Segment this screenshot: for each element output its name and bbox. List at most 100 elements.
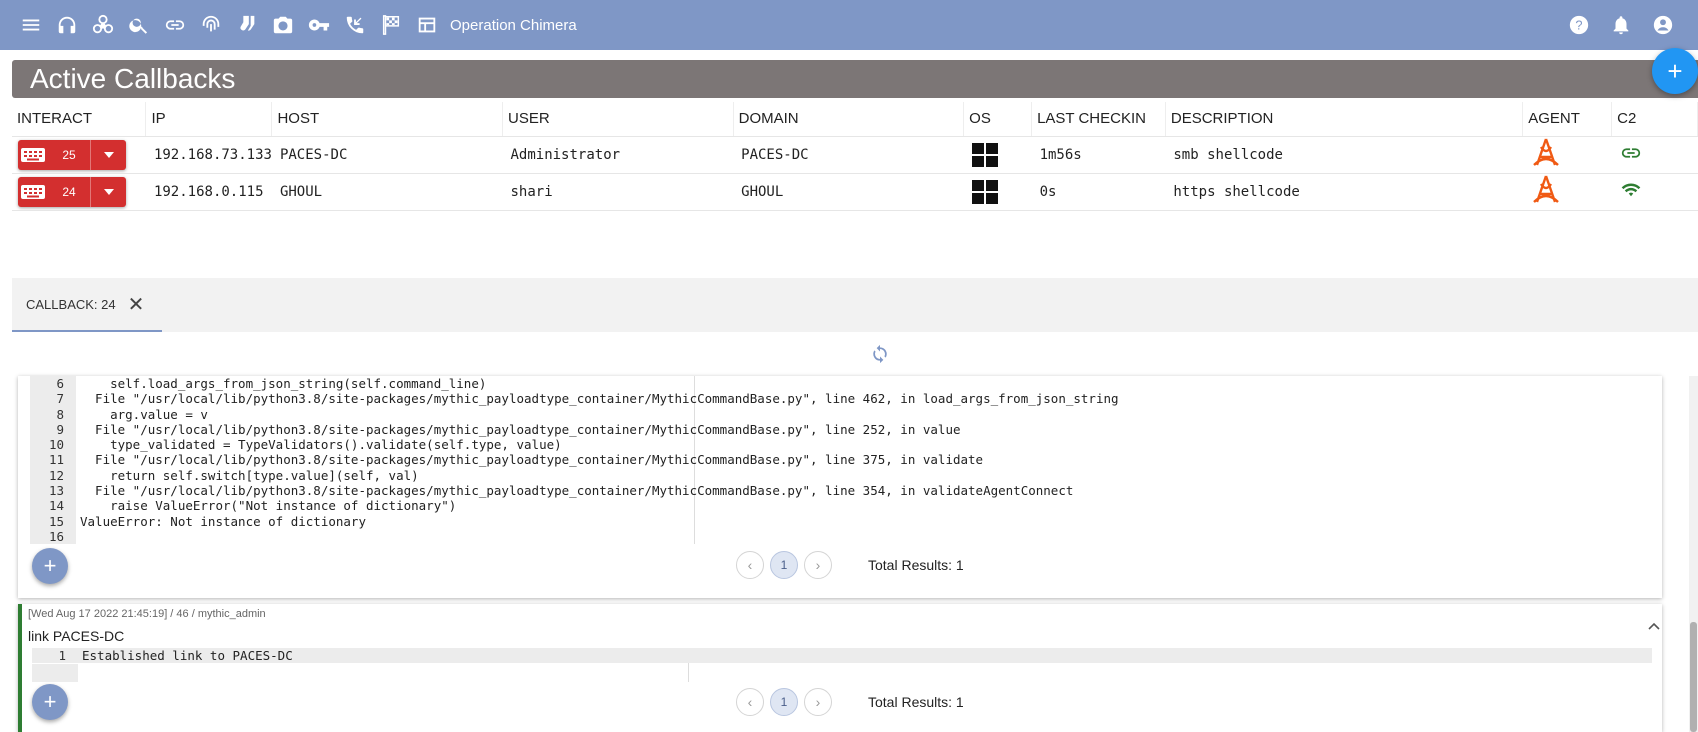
column-header[interactable]: HOST	[271, 102, 503, 137]
task-output-panel: 6 self.load_args_from_json_string(self.c…	[18, 376, 1662, 598]
prev-page-button[interactable]: ‹	[736, 551, 764, 579]
code-output: 6 self.load_args_from_json_string(self.c…	[30, 376, 1119, 545]
total-results: Total Results: 1	[868, 694, 964, 710]
c2-cell	[1611, 136, 1698, 174]
operation-name[interactable]: Operation Chimera	[450, 17, 577, 34]
callbacks-table: INTERACT IP HOST USER DOMAIN OS LAST CHE…	[12, 102, 1698, 211]
link-icon	[1621, 147, 1640, 158]
user-cell: shari	[502, 173, 734, 211]
refresh-icon[interactable]	[870, 344, 890, 364]
callback-id: 25	[62, 147, 76, 162]
ip-cell: 192.168.0.115	[145, 173, 272, 211]
keyboard-icon	[18, 147, 48, 163]
os-cell	[963, 136, 1032, 174]
interact-button[interactable]: 24	[18, 176, 126, 207]
next-page-button[interactable]: ›	[804, 551, 832, 579]
task-panel: [Wed Aug 17 2022 21:45:19] / 46 / mythic…	[18, 604, 1662, 732]
add-task-button[interactable]: +	[32, 684, 68, 720]
current-page-button[interactable]: 1	[770, 688, 798, 716]
code-line: 6 self.load_args_from_json_string(self.c…	[30, 376, 1119, 392]
flag-checkered-icon[interactable]	[376, 10, 406, 40]
pagination: ‹ 1 › Total Results: 1	[736, 551, 964, 579]
ip-cell: 192.168.73.133	[145, 136, 272, 174]
current-page-button[interactable]: 1	[770, 551, 798, 579]
os-cell	[963, 173, 1032, 211]
camera-icon[interactable]	[268, 10, 298, 40]
phone-callback-icon[interactable]	[340, 10, 370, 40]
column-header[interactable]: DESCRIPTION	[1165, 102, 1524, 137]
code-line: 9 File "/usr/local/lib/python3.8/site-pa…	[30, 421, 1119, 438]
table-row[interactable]: 25 192.168.73.133 PACES-DC Administrator…	[12, 136, 1698, 174]
column-header[interactable]: IP	[145, 102, 273, 137]
dropdown-arrow-icon[interactable]	[90, 139, 126, 170]
help-icon[interactable]: ?	[1564, 10, 1594, 40]
prev-page-button[interactable]: ‹	[736, 688, 764, 716]
headphones-icon[interactable]	[52, 10, 82, 40]
notifications-icon[interactable]	[1606, 10, 1636, 40]
agent-cell	[1522, 173, 1612, 211]
callback-id: 24	[62, 184, 76, 199]
search-icon[interactable]	[124, 10, 154, 40]
tab-label: CALLBACK: 24	[26, 296, 116, 312]
column-header[interactable]: INTERACT	[12, 102, 147, 137]
code-output: 1 Established link to PACES-DC	[32, 648, 1652, 664]
host-cell: GHOUL	[271, 173, 503, 211]
code-line: 10 type_validated = TypeValidators().val…	[30, 437, 1119, 453]
column-header[interactable]: OS	[963, 102, 1033, 137]
domain-cell: GHOUL	[733, 173, 964, 211]
interact-button[interactable]: 25	[18, 139, 126, 170]
column-header[interactable]: LAST CHECKIN	[1031, 102, 1166, 137]
description-cell[interactable]: https shellcode	[1165, 173, 1523, 211]
table-row[interactable]: 24 192.168.0.115 GHOUL shari GHOUL 0s ht…	[12, 173, 1698, 211]
last-checkin-cell: 1m56s	[1031, 136, 1166, 174]
windows-icon	[971, 142, 1032, 167]
agent-cell	[1522, 136, 1612, 174]
chevron-up-icon[interactable]	[1648, 622, 1660, 630]
attachment-icon[interactable]	[160, 10, 190, 40]
callback-tabs: CALLBACK: 24 ✕	[12, 278, 1698, 332]
wifi-icon	[1621, 183, 1640, 196]
host-cell: PACES-DC	[271, 136, 503, 174]
task-metadata: [Wed Aug 17 2022 21:45:19] / 46 / mythic…	[28, 608, 266, 620]
code-line: 14 raise ValueError("Not instance of dic…	[30, 498, 1119, 514]
task-command[interactable]: link PACES-DC	[28, 628, 124, 644]
pagination: ‹ 1 › Total Results: 1	[736, 688, 964, 716]
add-task-button[interactable]: +	[32, 548, 68, 584]
user-cell: Administrator	[502, 136, 734, 174]
top-app-bar: Operation Chimera ?	[0, 0, 1698, 50]
account-icon[interactable]	[1648, 10, 1678, 40]
column-header[interactable]: DOMAIN	[733, 102, 965, 137]
code-line: 15 ValueError: Not instance of dictionary	[30, 513, 1119, 529]
description-cell[interactable]: smb shellcode	[1165, 136, 1523, 174]
code-line: 11 File "/usr/local/lib/python3.8/site-p…	[30, 452, 1119, 468]
socks-icon[interactable]	[232, 10, 262, 40]
table-layout-icon[interactable]	[412, 10, 442, 40]
scrollbar-thumb[interactable]	[1690, 622, 1697, 732]
code-line: 8 arg.value = v	[30, 406, 1119, 422]
column-header[interactable]: AGENT	[1522, 102, 1613, 137]
total-results: Total Results: 1	[868, 557, 964, 573]
code-line: 12 return self.switch[type.value](self, …	[30, 467, 1119, 484]
add-button[interactable]: +	[1652, 48, 1698, 94]
apollo-agent-icon	[1532, 138, 1559, 166]
menu-icon[interactable]	[16, 10, 46, 40]
svg-text:?: ?	[1575, 18, 1582, 33]
windows-icon	[971, 179, 1032, 204]
c2-cell	[1611, 173, 1698, 211]
table-header-row: INTERACT IP HOST USER DOMAIN OS LAST CHE…	[12, 102, 1698, 137]
next-page-button[interactable]: ›	[804, 688, 832, 716]
fingerprint-icon[interactable]	[196, 10, 226, 40]
key-icon[interactable]	[304, 10, 334, 40]
code-line: 7 File "/usr/local/lib/python3.8/site-pa…	[30, 391, 1119, 407]
column-header[interactable]: C2	[1611, 102, 1698, 137]
dropdown-arrow-icon[interactable]	[90, 176, 126, 207]
last-checkin-cell: 0s	[1031, 173, 1166, 211]
keyboard-icon	[18, 184, 48, 200]
biohazard-icon[interactable]	[88, 10, 118, 40]
code-line: 1 Established link to PACES-DC	[32, 648, 1652, 664]
domain-cell: PACES-DC	[733, 136, 964, 174]
column-header[interactable]: USER	[502, 102, 734, 137]
code-line: 16	[30, 528, 1119, 545]
tab-callback-24[interactable]: CALLBACK: 24 ✕	[12, 278, 162, 332]
close-icon[interactable]: ✕	[128, 292, 145, 317]
